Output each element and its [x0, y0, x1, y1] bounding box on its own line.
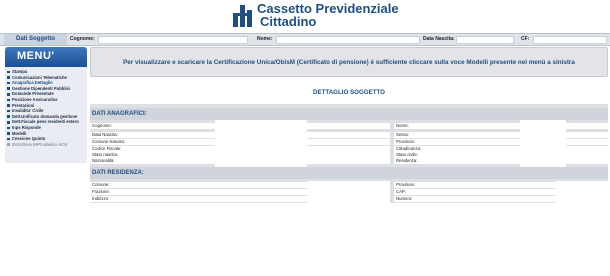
- sidebar-item-label: Prestazioni: [12, 102, 35, 108]
- data-nascita-label: Data Nascita:: [423, 36, 455, 42]
- modelli-notice: Per visualizzare e scaricare la Certific…: [90, 47, 608, 77]
- tab-dati-soggetto[interactable]: Dati Soggetto: [4, 34, 67, 45]
- label-numero: Numero:: [396, 196, 413, 201]
- label-cap: CAP:: [396, 189, 407, 194]
- sidebar-menu: MENU' Stampa Comunicazioni Telematiche A…: [5, 47, 87, 163]
- bullet-icon: [7, 132, 10, 135]
- label-frazione: Frazione:: [92, 189, 110, 194]
- sidebar-item-estrattore: Estrattore INPS-Medici ACN: [5, 142, 87, 148]
- nome-field[interactable]: [276, 36, 420, 44]
- row-residenza: [394, 158, 608, 164]
- bullet-icon: [7, 70, 10, 74]
- sidebar-item-label: Invalidita' Civile: [12, 108, 44, 114]
- label-residenza: Residenza:: [396, 158, 418, 163]
- sidebar-item-label: Dett.Unificato domanda gestione: [12, 113, 78, 119]
- bullet-icon: [7, 87, 10, 90]
- bullet-icon: [7, 76, 10, 79]
- row-stato-civile: [394, 152, 608, 158]
- label-indirizzo: Indirizzo:: [92, 196, 110, 201]
- row-cittadinanza: [394, 146, 608, 152]
- cf-label: CF:: [521, 36, 530, 42]
- detail-title: DETTAGLIO SOGGETTO: [313, 89, 385, 96]
- residenza-value-block: [307, 181, 390, 203]
- cf-field[interactable]: [533, 36, 607, 44]
- bullet-icon: [7, 126, 10, 130]
- residenza-header: DATI RESIDENZA:: [90, 167, 608, 179]
- detail-panel: DATI ANAGRAFICI: Cognome: Nome: Data Nas…: [90, 104, 608, 203]
- bullet-icon: [7, 143, 10, 146]
- sidebar-item-label: Anagrafica Dettaglio: [12, 80, 53, 86]
- app-header: Cassetto Previdenziale Cittadino: [0, 0, 610, 33]
- app-title-line2: Cittadino: [260, 14, 317, 29]
- label-nazionalita: Nazionalità:: [92, 158, 115, 163]
- sidebar-item-label: Estrattore INPS-Medici ACN: [12, 141, 68, 147]
- sidebar-item-label: Posizione Assicurativa: [12, 96, 58, 102]
- label-sesso: Sesso:: [396, 132, 410, 137]
- inps-logo-icon: [233, 5, 253, 27]
- sidebar-item-label: Gestione Dipendenti Pubblici: [12, 85, 71, 91]
- label-res-provincia: Provincia:: [396, 182, 415, 187]
- sidebar-item-label: Domande Presentate: [12, 91, 54, 97]
- app-title: Cassetto Previdenziale Cittadino: [257, 2, 399, 28]
- sidebar-item-label: Stampa: [12, 69, 28, 74]
- bullet-icon: [7, 115, 10, 118]
- row-nome: [394, 123, 608, 129]
- row-sesso: [394, 132, 608, 138]
- nome-label: Nome:: [257, 36, 273, 42]
- data-nascita-field[interactable]: [456, 36, 514, 44]
- bullet-icon: [7, 137, 10, 141]
- anagrafici-value-block-right: [520, 120, 566, 167]
- bullet-icon: [7, 92, 10, 96]
- bullet-icon: [7, 120, 10, 124]
- label-cognome: Cognome:: [92, 123, 112, 128]
- menu-list: Stampa Comunicazioni Telematiche Anagraf…: [5, 69, 87, 147]
- bullet-icon: [7, 98, 10, 102]
- label-cittadinanza: Cittadinanza:: [396, 146, 422, 151]
- bullet-icon: [7, 81, 10, 85]
- anagrafici-header: DATI ANAGRAFICI:: [90, 108, 608, 120]
- row-provincia: [394, 139, 608, 145]
- menu-title: MENU': [5, 47, 87, 67]
- bullet-icon: [7, 104, 10, 107]
- label-codice-fiscale: Codice Fiscale:: [92, 146, 122, 151]
- cognome-label: Cognome:: [70, 36, 95, 42]
- sidebar-item-label: Inps Risponde: [12, 124, 41, 130]
- sidebar-item-label: Comunicazioni Telematiche: [12, 74, 67, 80]
- label-comune: Comune:: [92, 182, 110, 187]
- sidebar-item-label: Dett.Fiscale pens residenti estero: [12, 119, 79, 125]
- subject-search-bar: Dati Soggetto Cognome: Nome: Data Nascit…: [0, 33, 610, 46]
- sidebar-item-label: Cessione Quinto: [12, 136, 46, 142]
- cognome-field[interactable]: [98, 36, 248, 44]
- label-nome: Nome:: [396, 123, 409, 128]
- anagrafici-value-block: [215, 120, 307, 167]
- label-stato-nascita: Stato nascita:: [92, 152, 119, 157]
- sidebar-item-label: Modelli: [12, 130, 27, 136]
- residenza-value-block-right: [555, 181, 608, 203]
- bullet-icon: [7, 109, 10, 113]
- label-stato-civile: Stato civile:: [396, 152, 418, 157]
- label-provincia: Provincia:: [396, 139, 415, 144]
- label-comune-nascita: Comune Nascita:: [92, 139, 125, 144]
- label-data-nascita: Data Nascita:: [92, 132, 118, 137]
